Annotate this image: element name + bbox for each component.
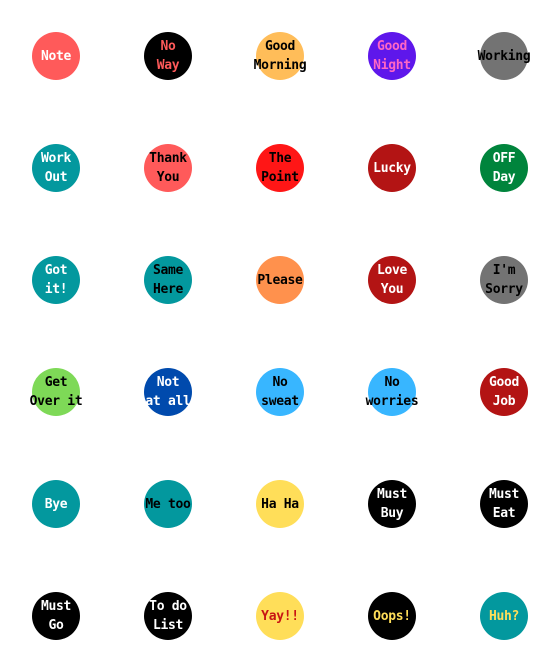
sticker-grid: Note No Way Good Morning Good Night Working W… [0, 0, 560, 672]
sticker-label: Got it! [44, 263, 68, 297]
sticker-cell[interactable]: Good Job [448, 336, 560, 448]
sticker-circle: Please [256, 256, 304, 304]
sticker-label: OFF Day [492, 151, 516, 185]
sticker-circle: Good Job [480, 368, 528, 416]
sticker-label: Huh? [488, 608, 520, 624]
sticker-circle: Must Go [32, 592, 80, 640]
sticker-label: Please [257, 272, 303, 288]
sticker-label: Thank You [149, 151, 187, 185]
sticker-circle: Must Eat [480, 480, 528, 528]
sticker-cell[interactable]: Get Over it [0, 336, 112, 448]
sticker-cell[interactable]: Note [0, 0, 112, 112]
sticker-label: No sweat [261, 375, 299, 409]
sticker-cell[interactable]: Huh? [448, 560, 560, 672]
sticker-cell[interactable]: Thank You [112, 112, 224, 224]
sticker-label: Me too [145, 496, 191, 512]
sticker-cell[interactable]: I'm Sorry [448, 224, 560, 336]
sticker-circle: No sweat [256, 368, 304, 416]
sticker-cell[interactable]: The Point [224, 112, 336, 224]
sticker-label: Good Morning [253, 39, 307, 73]
sticker-label: Bye [44, 496, 68, 512]
sticker-label: The Point [261, 151, 299, 185]
sticker-label: Same Here [152, 263, 184, 297]
sticker-circle: Get Over it [29, 368, 83, 416]
sticker-label: Working [477, 48, 531, 64]
sticker-circle: Working [477, 32, 531, 80]
sticker-cell[interactable]: To do List [112, 560, 224, 672]
sticker-label: To do List [149, 599, 187, 633]
sticker-label: Not at all [145, 375, 191, 409]
sticker-circle: The Point [256, 144, 304, 192]
sticker-label: Love You [376, 263, 408, 297]
sticker-circle: To do List [144, 592, 192, 640]
sticker-cell[interactable]: Lucky [336, 112, 448, 224]
sticker-label: No worries [365, 375, 419, 409]
sticker-cell[interactable]: Good Night [336, 0, 448, 112]
sticker-cell[interactable]: Must Go [0, 560, 112, 672]
sticker-label: Good Night [373, 39, 411, 73]
sticker-circle: Huh? [480, 592, 528, 640]
sticker-circle: No Way [144, 32, 192, 80]
sticker-circle: Not at all [144, 368, 192, 416]
sticker-label: Lucky [373, 160, 411, 176]
sticker-cell[interactable]: Must Eat [448, 448, 560, 560]
sticker-circle: I'm Sorry [480, 256, 528, 304]
sticker-cell[interactable]: Ha Ha [224, 448, 336, 560]
sticker-label: Note [40, 48, 72, 64]
sticker-cell[interactable]: No Way [112, 0, 224, 112]
sticker-circle: Same Here [144, 256, 192, 304]
sticker-cell[interactable]: Me too [112, 448, 224, 560]
sticker-label: Yay!! [261, 608, 299, 624]
sticker-circle: Must Buy [368, 480, 416, 528]
sticker-circle: Good Morning [253, 32, 307, 80]
sticker-cell[interactable]: Work Out [0, 112, 112, 224]
sticker-label: Must Buy [376, 487, 408, 521]
sticker-circle: Yay!! [256, 592, 304, 640]
sticker-circle: Good Night [368, 32, 416, 80]
sticker-label: Ha Ha [261, 496, 299, 512]
sticker-label: Must Go [40, 599, 72, 633]
sticker-cell[interactable]: Yay!! [224, 560, 336, 672]
sticker-circle: Got it! [32, 256, 80, 304]
sticker-cell[interactable]: No sweat [224, 336, 336, 448]
sticker-label: I'm Sorry [485, 263, 523, 297]
sticker-label: Get Over it [29, 375, 83, 409]
sticker-cell[interactable]: OFF Day [448, 112, 560, 224]
sticker-cell[interactable]: Good Morning [224, 0, 336, 112]
sticker-circle: Love You [368, 256, 416, 304]
sticker-circle: Thank You [144, 144, 192, 192]
sticker-label: Oops! [373, 608, 411, 624]
sticker-circle: Bye [32, 480, 80, 528]
sticker-cell[interactable]: Bye [0, 448, 112, 560]
sticker-circle: Me too [144, 480, 192, 528]
sticker-cell[interactable]: Got it! [0, 224, 112, 336]
sticker-label: No Way [156, 39, 180, 73]
sticker-cell[interactable]: Not at all [112, 336, 224, 448]
sticker-label: Good Job [488, 375, 520, 409]
sticker-label: Must Eat [488, 487, 520, 521]
sticker-circle: Ha Ha [256, 480, 304, 528]
sticker-cell[interactable]: Working [448, 0, 560, 112]
sticker-cell[interactable]: Please [224, 224, 336, 336]
sticker-circle: Note [32, 32, 80, 80]
sticker-cell[interactable]: Love You [336, 224, 448, 336]
sticker-cell[interactable]: Must Buy [336, 448, 448, 560]
sticker-circle: Lucky [368, 144, 416, 192]
sticker-cell[interactable]: Oops! [336, 560, 448, 672]
sticker-circle: Oops! [368, 592, 416, 640]
sticker-cell[interactable]: Same Here [112, 224, 224, 336]
sticker-label: Work Out [40, 151, 72, 185]
sticker-cell[interactable]: No worries [336, 336, 448, 448]
sticker-circle: OFF Day [480, 144, 528, 192]
sticker-circle: No worries [365, 368, 419, 416]
sticker-circle: Work Out [32, 144, 80, 192]
